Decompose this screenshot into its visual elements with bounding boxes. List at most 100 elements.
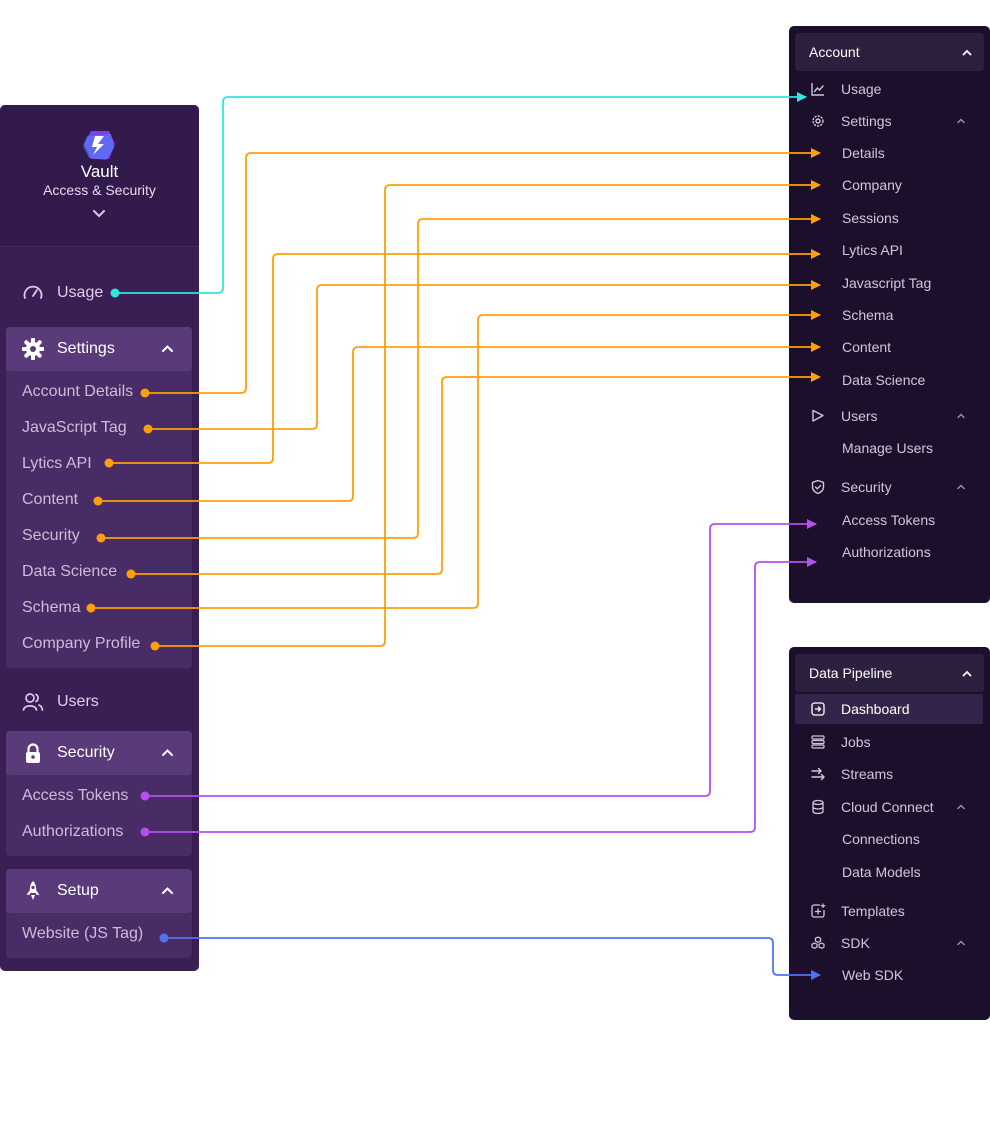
chevron-up-icon[interactable] [962,49,972,56]
data-pipeline-panel: Data Pipeline Dashboard Jobs Streams Clo… [789,647,990,1020]
pipeline-nav-cloud-connect[interactable]: Cloud Connect [789,792,990,822]
database-icon [812,799,824,815]
nav-usage-label: Usage [57,284,104,301]
account-nav-security-label: Security [841,479,892,495]
account-security-item[interactable]: Authorizations [789,537,990,567]
security-group-header[interactable]: Security [6,731,192,775]
pipeline-panel-header[interactable]: Data Pipeline [795,654,984,692]
connector-authorizations [145,557,817,833]
connector-schema [91,310,821,609]
chevron-up-icon[interactable] [957,118,965,124]
chevron-up-icon[interactable] [161,886,174,895]
connector-website-js-tag [164,937,821,980]
connector-usage [115,92,807,294]
account-settings-item-label: Company [842,177,902,193]
pipeline-sdk-item-label: Web SDK [842,967,904,983]
account-security-item-label: Access Tokens [842,512,936,528]
account-security-item-label: Authorizations [842,544,931,560]
account-settings-item[interactable]: Details [789,138,990,168]
connector-javascript-tag [148,280,821,430]
nav-usage[interactable]: Usage [22,281,103,305]
pipeline-nav-templates-label: Templates [841,903,905,919]
chevron-up-icon[interactable] [957,804,965,810]
connector-access-tokens [145,519,817,797]
account-settings-item[interactable]: Company [789,170,990,200]
account-nav-users[interactable]: Users [789,401,990,431]
account-panel-title: Account [809,44,860,60]
server-stack-icon [811,735,825,749]
cursor-icon [812,409,824,422]
gear-icon [812,115,824,127]
chevron-up-icon[interactable] [957,413,965,419]
account-settings-item-label: Lytics API [842,242,903,258]
pipeline-nav-jobs[interactable]: Jobs [789,727,990,757]
connector-lytics-api [109,249,821,464]
pipeline-cloud-item[interactable]: Data Models [789,857,990,887]
chevron-up-icon[interactable] [957,940,965,946]
account-nav-security[interactable]: Security [789,472,990,502]
security-item-access-tokens[interactable]: Access Tokens [22,785,128,807]
account-settings-item[interactable]: Javascript Tag [789,268,990,298]
security-item-authorizations[interactable]: Authorizations [22,821,123,843]
chevron-up-icon[interactable] [161,344,174,353]
setup-item-website-js-tag[interactable]: Website (JS Tag) [22,923,143,945]
account-nav-settings[interactable]: Settings [789,106,990,136]
security-group: Security Access Tokens Authorizations [6,731,192,856]
pipeline-nav-cloud-connect-label: Cloud Connect [841,799,934,815]
pipeline-nav-dashboard-label: Dashboard [841,701,910,717]
shield-icon [811,479,825,495]
pipeline-cloud-item[interactable]: Connections [789,824,990,854]
account-users-item-label: Manage Users [842,440,934,456]
account-security-item[interactable]: Access Tokens [789,505,990,535]
account-settings-item[interactable]: Sessions [789,203,990,233]
security-group-title: Security [57,744,115,761]
vault-sidebar: Vault Access & Security Usage Settings A… [0,105,199,971]
template-add-icon [811,903,826,918]
account-nav-settings-label: Settings [841,113,892,129]
setup-group: Setup Website (JS Tag) [6,869,192,958]
pipeline-nav-jobs-label: Jobs [841,734,871,750]
arrows-right-icon [811,767,825,781]
account-settings-item-label: Details [842,145,885,161]
pipeline-cloud-item-label: Data Models [842,864,921,880]
settings-item-company-profile[interactable]: Company Profile [22,633,140,655]
account-settings-item[interactable]: Lytics API [789,235,990,265]
settings-item-schema[interactable]: Schema [22,597,81,619]
rocket-icon [26,881,40,900]
pipeline-nav-templates[interactable]: Templates [789,896,990,926]
account-settings-item[interactable]: Data Science [789,365,990,395]
account-nav-usage[interactable]: Usage [789,74,990,104]
chevron-up-icon[interactable] [957,484,965,490]
settings-group-header[interactable]: Settings [6,327,192,371]
setup-group-title: Setup [57,882,99,899]
chevron-up-icon[interactable] [962,670,972,677]
pipeline-panel-title: Data Pipeline [809,665,893,681]
settings-item-content[interactable]: Content [22,489,78,511]
setup-group-header[interactable]: Setup [6,869,192,913]
pipeline-nav-sdk[interactable]: SDK [789,928,990,958]
account-settings-item-label: Schema [842,307,894,323]
vault-logo-icon [83,131,115,160]
nav-users[interactable]: Users [22,690,99,714]
account-settings-item[interactable]: Content [789,332,990,362]
settings-item-lytics-api[interactable]: Lytics API [22,453,92,475]
connector-security [101,214,821,539]
account-settings-item[interactable]: Schema [789,300,990,330]
settings-item-data-science[interactable]: Data Science [22,561,117,583]
account-settings-item-label: Data Science [842,372,926,388]
chevron-down-icon[interactable] [92,209,106,218]
users-icon [22,693,44,711]
pipeline-nav-streams[interactable]: Streams [789,759,990,789]
chevron-up-icon[interactable] [161,748,174,757]
settings-item-account-details[interactable]: Account Details [22,381,133,403]
settings-item-security[interactable]: Security [22,525,80,547]
nav-users-label: Users [57,693,99,710]
settings-item-javascript-tag[interactable]: JavaScript Tag [22,417,127,439]
account-panel: Account Usage Settings Details Company S… [789,26,990,603]
account-users-item[interactable]: Manage Users [789,433,990,463]
pipeline-nav-dashboard[interactable]: Dashboard [795,694,983,724]
app-subtitle: Access & Security [43,182,156,198]
account-panel-header[interactable]: Account [795,33,984,71]
pipeline-sdk-item[interactable]: Web SDK [789,960,990,990]
app-switcher[interactable]: Vault Access & Security [0,105,199,247]
